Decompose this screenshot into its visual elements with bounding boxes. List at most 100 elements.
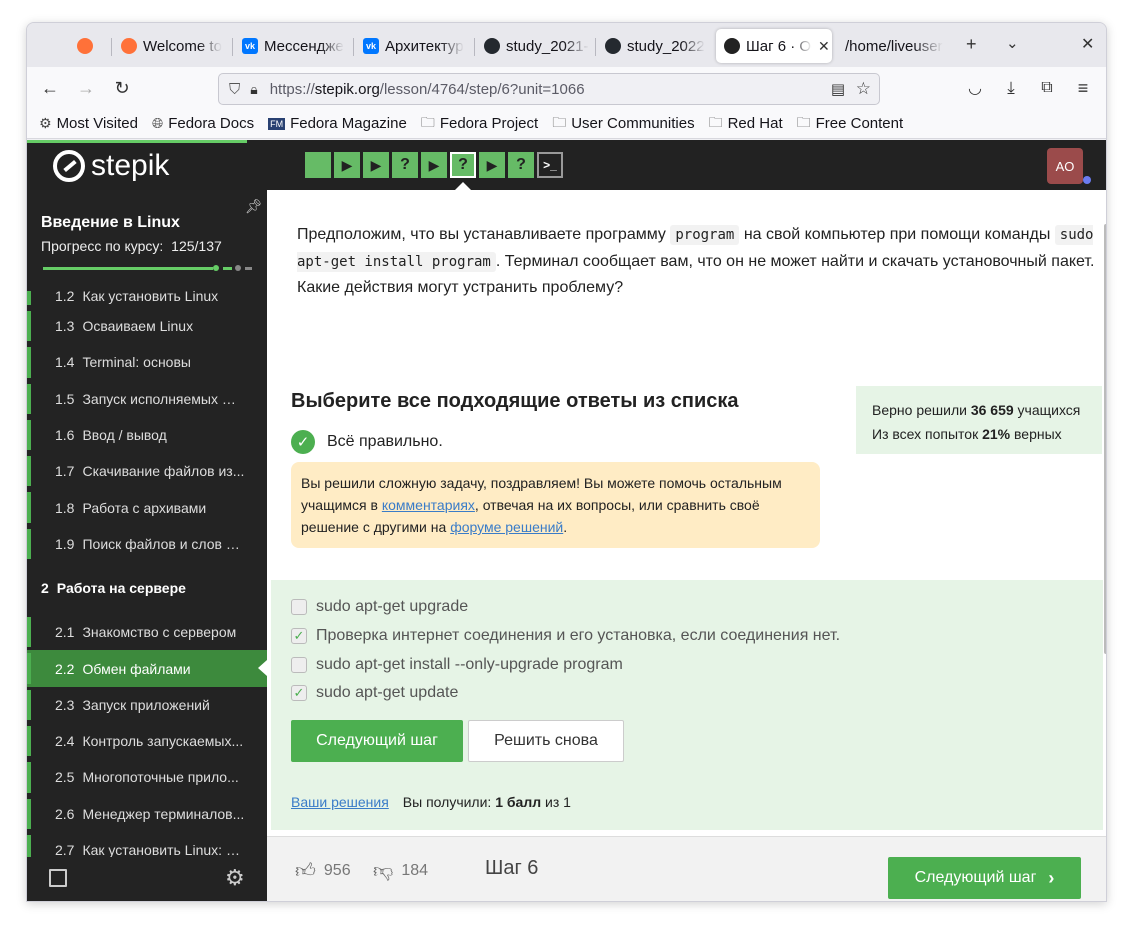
url-scheme: https:// bbox=[269, 80, 315, 98]
stepik-logo[interactable]: stepik bbox=[53, 149, 169, 183]
course-sidebar: Введение в Linux 📌︎ Прогресс по курсу: 1… bbox=[27, 190, 267, 901]
stepik-icon bbox=[724, 38, 740, 54]
tab-architecture[interactable]: vk Архитектур bbox=[363, 29, 469, 63]
bookmark-star-icon[interactable]: ☆ bbox=[856, 79, 871, 99]
lesson-2-1[interactable]: 2.1 Знакомство с сервером bbox=[27, 614, 267, 650]
bookmark-fedora-docs[interactable]: 🌐︎ Fedora Docs bbox=[152, 115, 254, 132]
settings-gear-icon[interactable]: ⚙ bbox=[225, 865, 245, 891]
option-1-checkbox[interactable] bbox=[291, 599, 307, 615]
url-bar[interactable]: ⛉ 🔒︎ https://stepik.org/lesson/4764/step… bbox=[218, 73, 880, 105]
tab-study-2021[interactable]: study_2021- bbox=[484, 29, 590, 63]
footer-next-step-button[interactable]: Следующий шаг › bbox=[888, 857, 1081, 899]
lesson-2-2-active[interactable]: 2.2 Обмен файлами bbox=[27, 650, 267, 687]
step-6-quiz-current[interactable]: ? bbox=[450, 152, 476, 178]
option-3[interactable]: sudo apt-get install --only-upgrade prog… bbox=[291, 656, 623, 674]
lesson-1-9[interactable]: 1.9 Поиск файлов и слов в... bbox=[27, 526, 267, 562]
lesson-1-2[interactable]: 1.2 Как установить Linux bbox=[27, 288, 267, 308]
window-close-icon[interactable]: ✕ bbox=[1081, 34, 1094, 54]
option-2-checkbox-checked[interactable]: ✓ bbox=[291, 628, 307, 644]
lesson-2-3[interactable]: 2.3 Запуск приложений bbox=[27, 687, 267, 723]
like-button[interactable]: 👍︎ 956 bbox=[295, 859, 351, 883]
close-tab-icon[interactable]: ✕ bbox=[818, 38, 830, 55]
github-icon bbox=[605, 38, 621, 54]
downloads-icon[interactable]: ⤓ bbox=[998, 75, 1024, 101]
bookmark-most-visited[interactable]: ⚙ Most Visited bbox=[39, 115, 138, 132]
module-2[interactable]: 2 Работа на сервере bbox=[27, 562, 267, 614]
lesson-2-6[interactable]: 2.6 Менеджер терминалов... bbox=[27, 796, 267, 832]
new-tab-icon[interactable]: + bbox=[966, 34, 977, 55]
step-footer: 👍︎ 956 👎︎ 184 Шаг 6 Следующий шаг › bbox=[267, 836, 1106, 901]
option-4[interactable]: ✓ sudo apt-get update bbox=[291, 684, 458, 702]
lesson-2-4[interactable]: 2.4 Контроль запускаемых... bbox=[27, 723, 267, 759]
progress-bar-segment bbox=[223, 267, 232, 270]
step-9-terminal[interactable]: >_ bbox=[537, 152, 563, 178]
firefox-icon bbox=[77, 38, 93, 54]
lesson-1-7[interactable]: 1.7 Скачивание файлов из... bbox=[27, 453, 267, 489]
tab-firefox-view[interactable] bbox=[77, 29, 103, 63]
tab-welcome[interactable]: Welcome to bbox=[121, 29, 227, 63]
option-1[interactable]: sudo apt-get upgrade bbox=[291, 598, 468, 616]
forward-icon[interactable]: → bbox=[73, 75, 99, 101]
lock-icon[interactable]: 🔒︎ bbox=[250, 81, 257, 98]
bookmark-user-communities[interactable]: 🗀 User Communities bbox=[552, 112, 694, 136]
thumbs-up-icon: 👍︎ bbox=[295, 860, 316, 882]
option-2[interactable]: ✓ Проверка интернет соединения и его уст… bbox=[291, 627, 840, 645]
your-solutions-link[interactable]: Ваши решения bbox=[291, 794, 389, 810]
step-8-quiz[interactable]: ? bbox=[508, 152, 534, 178]
step-3-video[interactable]: ▶ bbox=[363, 152, 389, 178]
bookmark-red-hat[interactable]: 🗀 Red Hat bbox=[709, 112, 783, 136]
list-tabs-icon[interactable]: ⌄ bbox=[1006, 34, 1019, 52]
step-5-video[interactable]: ▶ bbox=[421, 152, 447, 178]
check-circle-icon: ✓ bbox=[291, 430, 315, 454]
course-progress: Прогресс по курсу: 125/137 bbox=[41, 238, 222, 254]
lesson-1-4[interactable]: 1.4 Terminal: основы bbox=[27, 344, 267, 380]
step-7-video[interactable]: ▶ bbox=[479, 152, 505, 178]
tab-home-liveuser[interactable]: /home/liveuser bbox=[845, 29, 947, 63]
bookmark-free-content[interactable]: 🗀 Free Content bbox=[797, 112, 904, 136]
lesson-1-8[interactable]: 1.8 Работа с архивами bbox=[27, 489, 267, 525]
shield-icon[interactable]: ⛉ bbox=[229, 81, 240, 98]
comments-link[interactable]: комментариях bbox=[382, 497, 475, 513]
extensions-icon[interactable]: ⧉ bbox=[1034, 75, 1060, 101]
bookmark-fedora-project[interactable]: 🗀 Fedora Project bbox=[421, 112, 538, 136]
tab-messenger[interactable]: vk Мессендже bbox=[242, 29, 348, 63]
lesson-list: 1.2 Как установить Linux 1.3 Осваиваем Lin… bbox=[27, 288, 267, 868]
fullscreen-icon[interactable] bbox=[49, 869, 67, 887]
progress-bar-marker bbox=[235, 265, 241, 271]
sidebar-footer: ⚙ bbox=[27, 857, 267, 901]
lesson-1-6[interactable]: 1.6 Ввод / вывод bbox=[27, 417, 267, 453]
congrats-banner: Вы решили сложную задачу, поздравляем! В… bbox=[291, 462, 820, 548]
lesson-1-3[interactable]: 1.3 Осваиваем Linux bbox=[27, 308, 267, 344]
reload-icon[interactable]: ↻ bbox=[109, 75, 135, 101]
folder-icon: 🗀 bbox=[552, 113, 567, 130]
step-4-quiz[interactable]: ? bbox=[392, 152, 418, 178]
next-step-button[interactable]: Следующий шаг bbox=[291, 720, 463, 762]
scrollbar[interactable] bbox=[1104, 224, 1106, 654]
quiz-status: ✓ Всё правильно. bbox=[291, 430, 443, 454]
course-title[interactable]: Введение в Linux bbox=[41, 214, 180, 232]
bookmarks-toolbar: ⚙ Most Visited 🌐︎ Fedora Docs FM Fedora Mag… bbox=[27, 109, 1106, 139]
dislike-button[interactable]: 👎︎ 184 bbox=[373, 859, 428, 883]
option-3-checkbox[interactable] bbox=[291, 657, 307, 673]
step-2-video[interactable]: ▶ bbox=[334, 152, 360, 178]
avatar[interactable]: AO bbox=[1047, 148, 1083, 184]
tab-separator bbox=[474, 38, 475, 56]
reader-view-icon[interactable]: ▤ bbox=[831, 80, 845, 98]
lesson-1-5[interactable]: 1.5 Запуск исполняемых ф... bbox=[27, 381, 267, 417]
solve-again-button[interactable]: Решить снова bbox=[468, 720, 624, 762]
pocket-icon[interactable]: ◡ bbox=[962, 75, 988, 101]
pin-icon[interactable]: 📌︎ bbox=[245, 198, 263, 215]
step-1-text[interactable] bbox=[305, 152, 331, 178]
github-icon bbox=[484, 38, 500, 54]
lesson-2-5[interactable]: 2.5 Многопоточные прило... bbox=[27, 759, 267, 795]
question-text: Предположим, что вы устанавливаете прогр… bbox=[297, 225, 1095, 296]
menu-icon[interactable]: ≡ bbox=[1070, 75, 1096, 101]
option-4-checkbox-checked[interactable]: ✓ bbox=[291, 685, 307, 701]
back-icon[interactable]: ← bbox=[37, 75, 63, 101]
tab-study-2022[interactable]: study_2022 bbox=[605, 29, 711, 63]
tab-separator bbox=[353, 38, 354, 56]
code-program: program bbox=[670, 225, 740, 245]
bookmark-fedora-magazine[interactable]: FM Fedora Magazine bbox=[268, 115, 407, 132]
tab-stepik-active[interactable]: Шаг 6 · Ос ✕ bbox=[716, 29, 832, 63]
solutions-forum-link[interactable]: форуме решений bbox=[450, 519, 563, 535]
